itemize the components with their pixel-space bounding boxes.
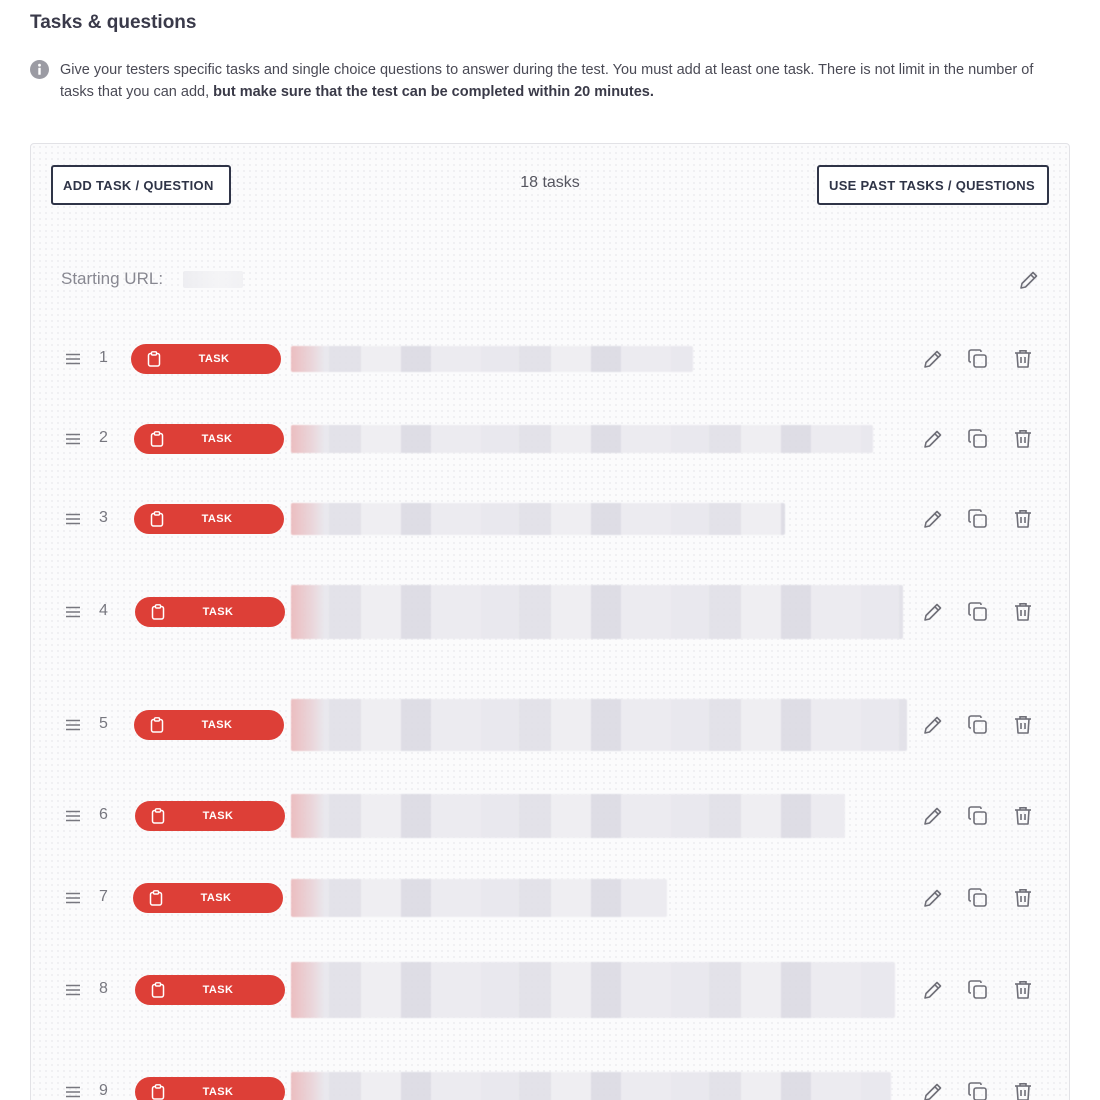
pencil-icon[interactable] (921, 886, 945, 910)
trash-icon[interactable] (1011, 804, 1035, 828)
starting-url-row: Starting URL: (61, 268, 1041, 292)
task-type-badge[interactable]: TASK (134, 710, 284, 740)
task-type-label: TASK (202, 984, 234, 996)
copy-icon[interactable] (966, 1080, 990, 1100)
use-past-tasks-button[interactable]: USE PAST TASKS / QUESTIONS (817, 165, 1049, 205)
task-type-label: TASK (201, 513, 233, 525)
task-type-label: TASK (201, 433, 233, 445)
task-number: 9 (99, 1082, 108, 1099)
trash-icon[interactable] (1011, 347, 1035, 371)
drag-handle-icon[interactable] (65, 1084, 81, 1100)
task-description-redacted (291, 425, 873, 453)
task-description-redacted (291, 794, 845, 838)
pencil-icon[interactable] (921, 507, 945, 531)
task-type-badge[interactable]: TASK (135, 801, 285, 831)
starting-url-value-redacted (183, 271, 243, 288)
task-number: 4 (99, 602, 108, 619)
task-description-redacted (291, 699, 907, 751)
trash-icon[interactable] (1011, 886, 1035, 910)
trash-icon[interactable] (1011, 1080, 1035, 1100)
pencil-icon[interactable] (921, 713, 945, 737)
tasks-panel: ADD TASK / QUESTION 18 tasks USE PAST TA… (30, 143, 1070, 1100)
pencil-icon[interactable] (921, 1080, 945, 1100)
pencil-icon[interactable] (921, 600, 945, 624)
drag-handle-icon[interactable] (65, 890, 81, 906)
task-type-label: TASK (200, 892, 232, 904)
pencil-icon[interactable] (921, 804, 945, 828)
info-text: Give your testers specific tasks and sin… (60, 59, 1040, 103)
pencil-icon[interactable] (921, 427, 945, 451)
copy-icon[interactable] (966, 804, 990, 828)
drag-handle-icon[interactable] (65, 511, 81, 527)
pencil-icon[interactable] (1017, 268, 1041, 292)
drag-handle-icon[interactable] (65, 808, 81, 824)
task-description-redacted (291, 879, 667, 917)
copy-icon[interactable] (966, 427, 990, 451)
pencil-icon[interactable] (921, 978, 945, 1002)
task-description-redacted (291, 346, 693, 372)
task-description-redacted (291, 962, 895, 1018)
trash-icon[interactable] (1011, 600, 1035, 624)
task-description-redacted (291, 1072, 891, 1100)
task-number: 3 (99, 509, 108, 526)
task-type-badge[interactable]: TASK (135, 1077, 285, 1100)
task-description-redacted (291, 503, 785, 535)
task-type-badge[interactable]: TASK (135, 975, 285, 1005)
info-text-emphasis: but make sure that the test can be compl… (213, 84, 654, 100)
copy-icon[interactable] (966, 978, 990, 1002)
task-type-label: TASK (202, 1086, 234, 1098)
task-type-badge[interactable]: TASK (131, 344, 281, 374)
info-icon (30, 60, 49, 79)
task-type-label: TASK (202, 810, 234, 822)
trash-icon[interactable] (1011, 507, 1035, 531)
task-type-badge[interactable]: TASK (133, 883, 283, 913)
task-number: 7 (99, 888, 108, 905)
task-number: 1 (99, 349, 108, 366)
task-number: 8 (99, 980, 108, 997)
drag-handle-icon[interactable] (65, 604, 81, 620)
task-type-label: TASK (198, 353, 230, 365)
trash-icon[interactable] (1011, 427, 1035, 451)
copy-icon[interactable] (966, 713, 990, 737)
copy-icon[interactable] (966, 886, 990, 910)
drag-handle-icon[interactable] (65, 351, 81, 367)
task-type-badge[interactable]: TASK (134, 424, 284, 454)
task-type-label: TASK (201, 719, 233, 731)
drag-handle-icon[interactable] (65, 717, 81, 733)
task-type-badge[interactable]: TASK (135, 597, 285, 627)
copy-icon[interactable] (966, 507, 990, 531)
pencil-icon[interactable] (921, 347, 945, 371)
task-type-label: TASK (202, 606, 234, 618)
copy-icon[interactable] (966, 600, 990, 624)
task-type-badge[interactable]: TASK (134, 504, 284, 534)
starting-url-label: Starting URL: (61, 269, 164, 288)
task-description-redacted (291, 585, 903, 639)
drag-handle-icon[interactable] (65, 431, 81, 447)
info-note: Give your testers specific tasks and sin… (30, 59, 1040, 103)
task-number: 5 (99, 715, 108, 732)
copy-icon[interactable] (966, 347, 990, 371)
tasks-page: Tasks & questions Give your testers spec… (0, 0, 1100, 1100)
trash-icon[interactable] (1011, 713, 1035, 737)
trash-icon[interactable] (1011, 978, 1035, 1002)
task-number: 6 (99, 806, 108, 823)
section-title: Tasks & questions (30, 12, 197, 33)
task-number: 2 (99, 429, 108, 446)
drag-handle-icon[interactable] (65, 982, 81, 998)
